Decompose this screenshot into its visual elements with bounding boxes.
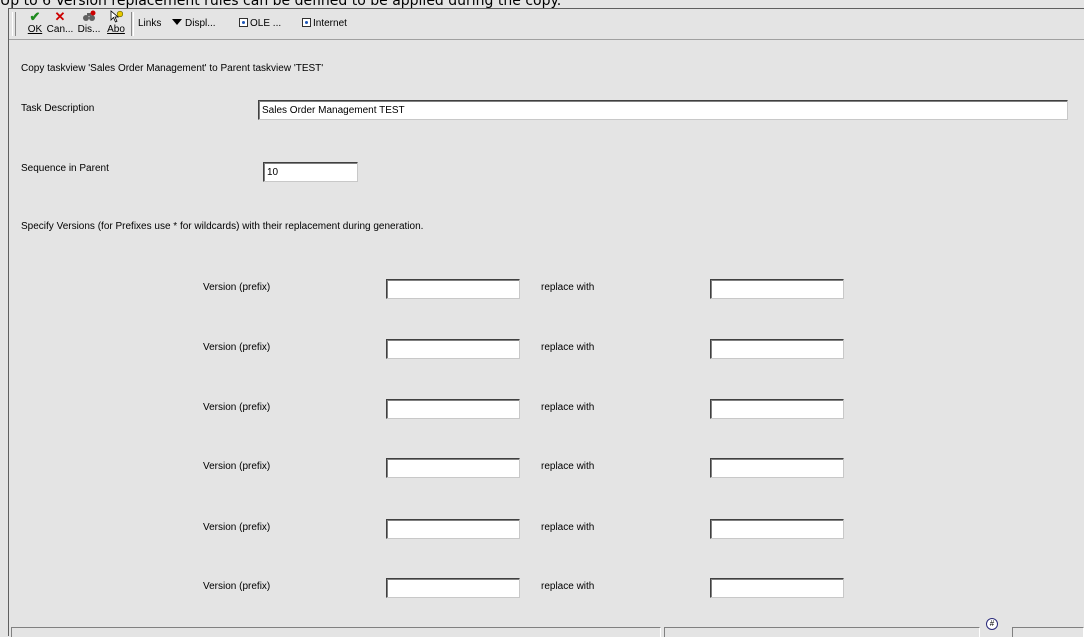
task-description-field[interactable]	[258, 100, 1068, 120]
replace-label: replace with	[541, 581, 595, 592]
links-menu[interactable]: Links	[138, 18, 161, 30]
replace-label: replace with	[541, 402, 595, 413]
caption-text: Up to 6 Version replacement rules can be…	[0, 0, 562, 8]
ok-label: OK	[27, 24, 43, 35]
toolbar-separator	[131, 12, 134, 36]
version-label: Version (prefix)	[203, 402, 271, 413]
version-label: Version (prefix)	[203, 461, 271, 472]
version-field[interactable]	[386, 519, 520, 539]
version-field[interactable]	[386, 578, 520, 598]
sequence-field[interactable]	[263, 162, 358, 182]
links-label: Links	[138, 18, 162, 29]
ok-button[interactable]: ✔ OK	[23, 10, 47, 38]
versions-instruction: Specify Versions (for Prefixes use * for…	[21, 221, 424, 232]
cancel-label: Can...	[46, 24, 74, 35]
replacement-field[interactable]	[710, 519, 844, 539]
help-pointer-icon	[105, 10, 127, 24]
replacement-field[interactable]	[710, 339, 844, 359]
ole-link[interactable]: OLE ...	[239, 18, 281, 30]
ole-label: OLE ...	[250, 18, 282, 29]
version-label: Version (prefix)	[203, 282, 271, 293]
dropdown-arrow-icon	[172, 19, 182, 25]
version-label: Version (prefix)	[203, 522, 271, 533]
replace-label: replace with	[541, 522, 595, 533]
cancel-button[interactable]: ✕ Can...	[45, 10, 75, 38]
binoculars-icon	[75, 10, 103, 24]
replace-label: replace with	[541, 282, 595, 293]
display-menu[interactable]: Displ...	[169, 18, 216, 30]
version-field[interactable]	[386, 279, 520, 299]
version-field[interactable]	[386, 458, 520, 478]
x-icon: ✕	[54, 9, 66, 24]
internet-label: Internet	[313, 18, 347, 29]
version-field[interactable]	[386, 399, 520, 419]
toolbar-grip[interactable]	[12, 12, 16, 36]
replace-label: replace with	[541, 342, 595, 353]
task-description-label: Task Description	[21, 103, 95, 114]
replacement-field[interactable]	[710, 458, 844, 478]
version-label: Version (prefix)	[203, 581, 271, 592]
globe-icon: #	[986, 618, 998, 630]
replacement-field[interactable]	[710, 279, 844, 299]
internet-icon	[302, 18, 311, 27]
form-header: Copy taskview 'Sales Order Management' t…	[21, 63, 324, 74]
version-field[interactable]	[386, 339, 520, 359]
replacement-field[interactable]	[710, 578, 844, 598]
ole-icon	[239, 18, 248, 27]
replacement-field[interactable]	[710, 399, 844, 419]
toolbar: ✔ OK ✕ Can... Dis... Abo Links Displ...	[9, 9, 1084, 40]
about-button[interactable]: Abo	[105, 10, 127, 38]
application-window: ✔ OK ✕ Can... Dis... Abo Links Displ...	[8, 8, 1084, 637]
display-button[interactable]: Dis...	[75, 10, 103, 38]
sequence-label: Sequence in Parent	[21, 163, 109, 174]
replace-label: replace with	[541, 461, 595, 472]
display-menu-label: Displ...	[185, 18, 216, 29]
check-icon: ✔	[29, 9, 41, 24]
about-label: Abo	[107, 24, 125, 35]
status-bar	[9, 625, 1084, 637]
version-label: Version (prefix)	[203, 342, 271, 353]
display-label: Dis...	[77, 24, 101, 35]
internet-link[interactable]: Internet	[302, 18, 347, 30]
